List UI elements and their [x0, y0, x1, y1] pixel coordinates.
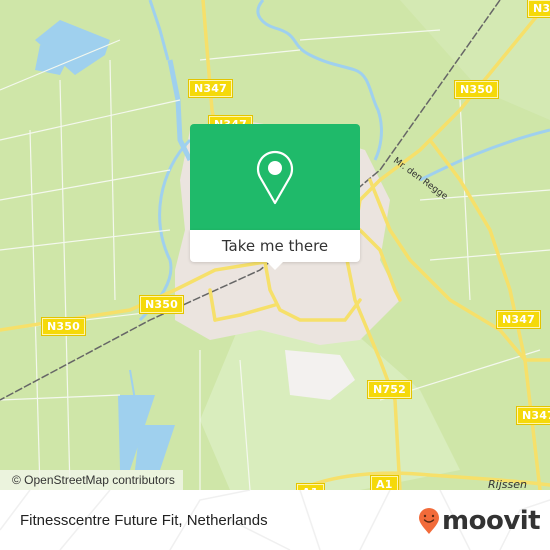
road-shield-n350: N350: [455, 81, 498, 98]
road-shield-n347: N347: [497, 311, 540, 328]
road-shield-n347: N347: [189, 80, 232, 97]
location-pin-icon: [256, 150, 294, 205]
forest-area: [400, 0, 550, 120]
map-attribution[interactable]: © OpenStreetMap contributors: [0, 470, 183, 490]
road-shield-n752: N752: [368, 381, 411, 398]
map-view[interactable]: N347 N347 N350 N35 N350 N350 N347 N347 N…: [0, 0, 550, 490]
brand-wordmark: moovit: [442, 506, 541, 536]
road-shield-n350: N35: [528, 0, 550, 17]
place-name: Fitnesscentre Future Fit, Netherlands: [20, 512, 268, 529]
moovit-pin-icon: [419, 508, 439, 534]
road-shield-a1: A1: [371, 476, 398, 490]
popup-header: [190, 124, 360, 230]
canal: [148, 0, 170, 61]
take-me-there-button[interactable]: Take me there: [190, 230, 360, 262]
road-shield-n350: N350: [140, 296, 183, 313]
footer-bar: Fitnesscentre Future Fit, Netherlands mo…: [0, 490, 550, 550]
road-shield-n350: N350: [42, 318, 85, 335]
place-label-rijssen: Rijssen: [488, 478, 527, 490]
lake: [135, 425, 175, 470]
moovit-logo[interactable]: moovit: [418, 506, 541, 536]
popup-pointer: [267, 262, 283, 270]
road-shield-n347: N347: [517, 407, 550, 424]
destination-popup: Take me there: [190, 124, 360, 270]
